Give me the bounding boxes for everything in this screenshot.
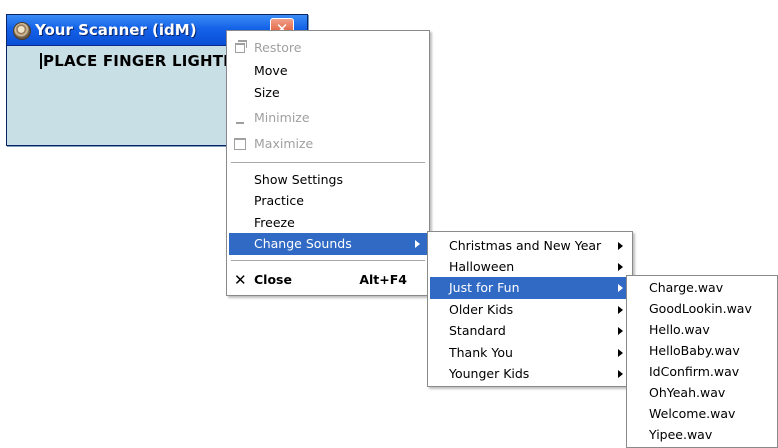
submenu-item-standard[interactable]: Standard <box>430 320 630 342</box>
text-caret <box>40 53 42 69</box>
submenu-arrow-icon <box>618 263 623 271</box>
menu-item-label: Halloween <box>449 259 515 274</box>
submenu-item-younger-kids[interactable]: Younger Kids <box>430 363 630 385</box>
menu-item-label: Standard <box>449 323 506 338</box>
maximize-icon <box>234 138 246 150</box>
sound-file-item[interactable]: OhYeah.wav <box>629 382 775 404</box>
menu-item-shortcut: Alt+F4 <box>359 272 407 287</box>
menu-item-label: Restore <box>254 40 302 55</box>
submenu-arrow-icon <box>415 240 420 248</box>
menu-item-move[interactable]: Move <box>229 60 427 82</box>
menu-item-label: Practice <box>254 193 304 208</box>
submenu-arrow-icon <box>618 370 623 378</box>
menu-item-label: HelloBaby.wav <box>649 343 740 358</box>
change-sounds-submenu: Christmas and New Year Halloween Just fo… <box>427 231 633 387</box>
sound-file-item[interactable]: Yipee.wav <box>629 424 775 446</box>
submenu-arrow-icon <box>618 349 623 357</box>
menu-item-label: Yipee.wav <box>649 427 713 442</box>
submenu-arrow-icon <box>618 284 623 292</box>
system-menu: Restore Move Size Minimize Maximize Show… <box>226 30 430 296</box>
menu-item-label: Thank You <box>449 345 513 360</box>
menu-item-label: Maximize <box>254 136 314 151</box>
menu-item-label: Freeze <box>254 215 295 230</box>
menu-item-label: Younger Kids <box>449 366 530 381</box>
menu-item-label: Minimize <box>254 110 310 125</box>
minimize-icon <box>236 122 244 124</box>
submenu-arrow-icon <box>618 306 623 314</box>
submenu-item-thank-you[interactable]: Thank You <box>430 342 630 364</box>
menu-item-label: Close <box>254 272 292 287</box>
window-title: Your Scanner (idM) <box>35 21 197 39</box>
menu-item-maximize[interactable]: Maximize <box>229 133 427 155</box>
menu-item-minimize[interactable]: Minimize <box>229 107 427 129</box>
sound-files-submenu: Charge.wav GoodLookin.wav Hello.wav Hell… <box>626 275 778 448</box>
submenu-arrow-icon <box>618 242 623 250</box>
menu-item-label: Welcome.wav <box>649 406 736 421</box>
close-icon: ✕ <box>234 271 247 289</box>
menu-item-label: Christmas and New Year <box>449 238 602 253</box>
sound-file-item[interactable]: GoodLookin.wav <box>629 298 775 320</box>
submenu-item-christmas[interactable]: Christmas and New Year <box>430 235 630 257</box>
menu-item-label: Older Kids <box>449 302 514 317</box>
fingerprint-icon[interactable] <box>13 22 31 40</box>
submenu-arrow-icon <box>618 327 623 335</box>
sound-file-item[interactable]: Hello.wav <box>629 319 775 341</box>
menu-item-label: Change Sounds <box>254 236 352 251</box>
menu-separator <box>231 162 425 163</box>
menu-item-practice[interactable]: Practice <box>229 190 427 212</box>
menu-item-freeze[interactable]: Freeze <box>229 212 427 234</box>
restore-icon <box>235 40 247 53</box>
menu-item-label: OhYeah.wav <box>649 385 726 400</box>
menu-item-label: Show Settings <box>254 172 343 187</box>
submenu-item-halloween[interactable]: Halloween <box>430 256 630 278</box>
sound-file-item[interactable]: Charge.wav <box>629 277 775 299</box>
submenu-item-older-kids[interactable]: Older Kids <box>430 299 630 321</box>
menu-item-label: GoodLookin.wav <box>649 301 752 316</box>
menu-item-label: Move <box>254 63 288 78</box>
menu-item-show-settings[interactable]: Show Settings <box>229 169 427 191</box>
menu-item-restore[interactable]: Restore <box>229 37 427 59</box>
menu-separator <box>231 260 425 261</box>
sound-file-item[interactable]: HelloBaby.wav <box>629 340 775 362</box>
menu-item-change-sounds[interactable]: Change Sounds <box>229 233 427 255</box>
menu-item-label: Size <box>254 85 280 100</box>
menu-item-close[interactable]: ✕ Close Alt+F4 <box>229 269 427 291</box>
menu-item-label: Charge.wav <box>649 280 724 295</box>
sound-file-item[interactable]: Welcome.wav <box>629 403 775 425</box>
submenu-item-just-for-fun[interactable]: Just for Fun <box>430 277 630 299</box>
menu-item-label: Just for Fun <box>449 280 520 295</box>
menu-item-label: Hello.wav <box>649 322 710 337</box>
menu-item-label: IdConfirm.wav <box>649 364 740 379</box>
menu-item-size[interactable]: Size <box>229 82 427 104</box>
sound-file-item[interactable]: IdConfirm.wav <box>629 361 775 383</box>
